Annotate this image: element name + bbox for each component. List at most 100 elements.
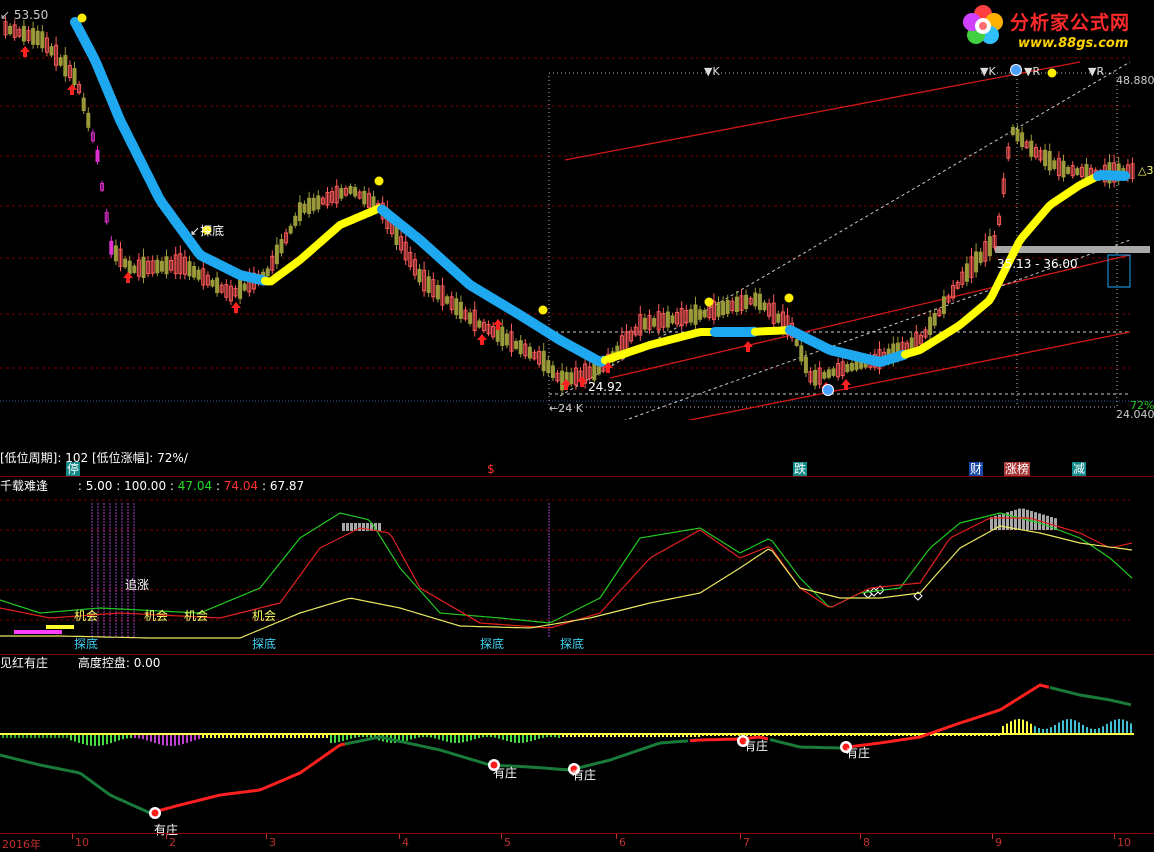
logo-title: 分析家公式网 [1010, 8, 1130, 35]
bottom-bar [90, 734, 92, 746]
bottom-bar [1106, 724, 1108, 734]
candle-body [340, 189, 343, 199]
event-marker[interactable]: $ [487, 462, 495, 476]
bottom-indicator-canvas[interactable] [0, 655, 1154, 833]
candle-body [975, 252, 978, 272]
bottom-bar [526, 734, 528, 742]
red-dot-core [152, 810, 159, 817]
candle-body [717, 302, 720, 316]
candle-body [597, 367, 600, 374]
candle-body [312, 198, 315, 210]
bottom-indicator-panel[interactable]: 有庄 有庄 有庄 有庄 有庄 [0, 655, 1154, 833]
axis-tick-mark [266, 834, 267, 839]
candle-body [1067, 167, 1070, 173]
event-marker[interactable]: 停 [66, 462, 80, 476]
low-price-label: 24.92 [588, 380, 622, 394]
candle-body [850, 363, 853, 370]
buy-arrow-icon [231, 302, 241, 313]
range-selection-box[interactable] [549, 73, 1117, 407]
bottom-bar [1006, 724, 1008, 734]
candle-body [459, 302, 462, 318]
candle-body [64, 56, 67, 76]
bottom-bar [150, 734, 152, 742]
event-marker[interactable]: 涨榜 [1004, 462, 1030, 476]
logo-url[interactable]: www.88gs.com [1018, 36, 1128, 51]
axis-tick-mark [399, 834, 400, 839]
candle-body [505, 334, 508, 345]
ma-segment [75, 22, 264, 281]
candle-body [823, 372, 826, 378]
buy-arrow-icon [20, 46, 30, 57]
range-price-label: 35.13 - 36.00 [997, 257, 1078, 271]
candle-body [800, 346, 803, 361]
oscillator-canvas[interactable] [0, 478, 1154, 653]
candle-body [795, 340, 798, 346]
bottom-bar [78, 734, 80, 743]
osc-line-green [0, 513, 1132, 623]
candle-body [735, 297, 738, 311]
osc-line-yellow [0, 526, 1132, 638]
candle-body [519, 341, 522, 354]
event-marker[interactable]: 财 [969, 462, 983, 476]
candle-body [354, 188, 357, 196]
bottom-bar [1082, 725, 1084, 734]
osc-gray-bar [362, 523, 365, 531]
bottom-bar [98, 734, 100, 746]
osc-gray-bar [1002, 513, 1005, 530]
candle-body [666, 312, 669, 327]
bottom-bar [334, 734, 336, 743]
candle-body [570, 373, 573, 384]
event-marker[interactable]: 跌 [793, 462, 807, 476]
bottom-bar [1062, 720, 1064, 734]
candle-body [156, 260, 159, 273]
bottom-bar [1126, 721, 1128, 734]
price-chart-panel[interactable]: ↙ 53.50 24.92 ←24 K ↙探底 35.13 - 36.00 48… [0, 0, 1154, 420]
oscillator-panel[interactable]: 追涨 机会 机会 机会 机会 探底 探底 探底 探底 [0, 478, 1154, 653]
bottom-trend-segment [150, 744, 345, 813]
candle-body [193, 267, 196, 278]
site-logo[interactable]: 分析家公式网 www.88gs.com [958, 2, 1154, 56]
bottom-trend-line [0, 685, 1131, 813]
candle-body [216, 278, 219, 293]
axis-tick: 3 [269, 836, 276, 849]
axis-tick: 4 [402, 836, 409, 849]
candle-body [754, 293, 757, 306]
time-axis[interactable]: 2016年 10 2 3 4 5 6 7 8 9 10 [0, 833, 1154, 851]
youzhuang-label: 有庄 [744, 739, 768, 753]
candle-body [96, 150, 99, 161]
jihui-label: 机会 [74, 609, 98, 623]
tandi-label: 探底 [480, 637, 504, 651]
bottom-bar [174, 734, 176, 746]
tandi-main-label: ↙探底 [190, 224, 224, 238]
event-marker[interactable]: 减 [1072, 462, 1086, 476]
candle-body [294, 216, 297, 225]
candle-body [1011, 127, 1014, 134]
panel-separator[interactable] [0, 476, 1154, 477]
candle-body [1044, 150, 1047, 165]
candle-body [827, 370, 830, 377]
candle-body [804, 357, 807, 372]
bottom-bar [1122, 719, 1124, 734]
price-chart-canvas[interactable] [0, 0, 1154, 420]
candle-body [22, 26, 25, 41]
right-edge-marker: △3 [1138, 164, 1153, 178]
yellow-dot-icon [375, 177, 384, 186]
candle-body [289, 226, 292, 233]
bottom-bar [82, 734, 84, 744]
jihui-label: 机会 [184, 609, 208, 623]
ma-segment [755, 330, 788, 332]
bottom-bar [154, 734, 156, 743]
candle-body [446, 297, 449, 303]
bottom-bar [1026, 721, 1028, 734]
candle-body [243, 284, 246, 290]
r-marker-2: ▼R [1088, 65, 1104, 79]
moving-average-ribbon [75, 22, 1125, 362]
oscillator-bars [92, 503, 1057, 638]
trend-line-upper[interactable] [565, 62, 1080, 160]
bottom-bar [162, 734, 164, 745]
osc-gray-bar [1014, 510, 1017, 530]
candle-body [1016, 129, 1019, 140]
bottom-bar [182, 734, 184, 744]
yellow-dot-icon [705, 298, 714, 307]
candle-body [643, 318, 646, 329]
